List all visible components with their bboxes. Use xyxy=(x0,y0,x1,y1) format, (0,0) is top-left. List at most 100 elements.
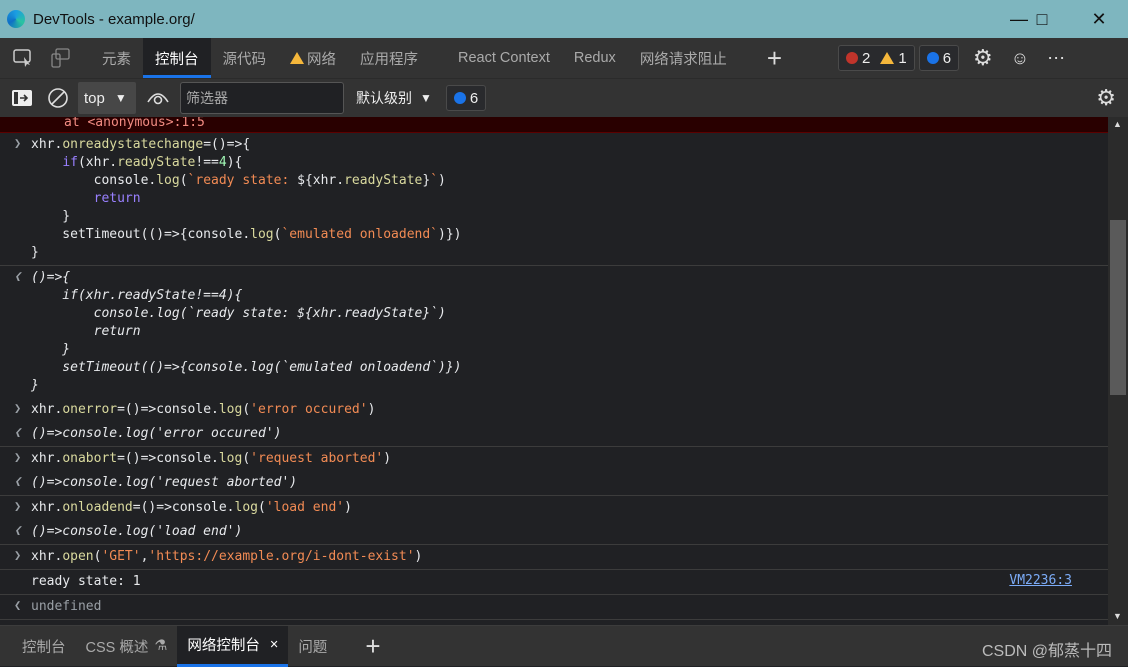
issues-badge[interactable]: 2 1 xyxy=(838,45,915,71)
console-message: ❮ ()=>console.log('load end') xyxy=(0,520,1108,545)
drawer-tab-3[interactable]: 问题 xyxy=(288,626,337,667)
messages-badge[interactable]: 6 xyxy=(918,45,960,71)
filter-placeholder: 筛选器 xyxy=(186,90,228,106)
clear-console-icon[interactable] xyxy=(44,84,72,112)
output-chevron-icon: ❮ xyxy=(14,598,22,612)
inspect-element-icon[interactable] xyxy=(9,44,37,72)
code-token: 4 xyxy=(218,155,227,170)
code-token: if xyxy=(62,155,78,170)
console-output: at <anonymous>:1:5 ❯ xhr.onreadystatechan… xyxy=(0,117,1108,625)
context-value: top xyxy=(84,89,105,107)
code-token: ( xyxy=(179,173,188,188)
code-token: 'load end' xyxy=(265,500,345,515)
tab-5[interactable]: React Context xyxy=(446,38,562,78)
console-message: ❮ undefined xyxy=(0,595,1108,620)
code-token: setTimeout(()=>{console. xyxy=(31,227,251,242)
tab-label: Redux xyxy=(573,50,616,66)
log-level-value: 默认级别 xyxy=(356,90,412,106)
input-chevron-icon: ❯ xyxy=(14,450,22,464)
console-message: ❮ ()=>console.log('error occured') xyxy=(0,422,1108,447)
dropdown-arrow-icon: ▼ xyxy=(420,91,432,105)
add-drawer-tab-icon[interactable]: + xyxy=(365,631,380,662)
device-toolbar-icon[interactable] xyxy=(46,44,74,72)
code-token: log xyxy=(218,402,243,417)
window-title: DevTools - example.org/ xyxy=(33,10,195,28)
code-token: xhr. xyxy=(31,549,63,564)
code-token: 'request aborted' xyxy=(250,451,384,466)
code-line: if(xhr.readyState!==4){ xyxy=(31,287,1108,305)
tab-6[interactable]: Redux xyxy=(562,38,628,78)
code-token: readyState xyxy=(117,155,196,170)
code-token: 'GET' xyxy=(101,549,141,564)
tab-7[interactable]: 网络请求阻止 xyxy=(628,38,739,78)
console-settings-icon[interactable]: ⚙ xyxy=(1096,85,1116,111)
drawer-tab-1[interactable]: CSS 概述 ⚗ xyxy=(76,626,178,667)
code-token: onloadend xyxy=(62,500,133,515)
code-token: xhr. xyxy=(31,451,63,466)
code-token: `ready state: xyxy=(187,173,298,188)
scroll-up-icon[interactable]: ▲ xyxy=(1113,119,1122,129)
close-tab-icon[interactable]: × xyxy=(270,637,278,653)
message-icon xyxy=(926,52,939,64)
drawer-tab-2[interactable]: 网络控制台 × xyxy=(177,625,289,667)
code-token: xhr. xyxy=(31,402,63,417)
settings-icon[interactable]: ⚙ xyxy=(973,45,993,71)
toolbar-messages-badge[interactable]: 6 xyxy=(445,85,487,111)
code-token: ) xyxy=(414,549,423,564)
code-token: onerror xyxy=(62,402,118,417)
code-token: log xyxy=(234,500,258,515)
code-token: onabort xyxy=(62,451,118,466)
code-token: (xhr. xyxy=(77,155,118,170)
code-token: ready state: 1 xyxy=(31,574,141,589)
dropdown-arrow-icon: ▼ xyxy=(114,91,127,105)
console-message: ready state: 1 VM2236:3 xyxy=(0,570,1108,595)
log-level-dropdown[interactable]: 默认级别 ▼ xyxy=(356,88,432,108)
filter-input[interactable]: 筛选器 xyxy=(180,82,344,114)
console-scrollbar[interactable]: ▲ ▼ xyxy=(1108,117,1128,625)
code-token: ) xyxy=(438,173,446,188)
code-token: undefined xyxy=(31,599,102,614)
tab-label: 网络请求阻止 xyxy=(639,51,727,68)
code-line: xhr.onabort=()=>console.log('request abo… xyxy=(31,450,1108,468)
code-line: } xyxy=(31,244,1108,262)
live-expression-eye-icon[interactable] xyxy=(144,84,172,112)
code-token: ${xhr. xyxy=(297,173,345,188)
drawer-tab-label: 问题 xyxy=(298,639,328,656)
code-token: return xyxy=(93,191,141,206)
more-options-icon[interactable]: ⋯ xyxy=(1047,48,1065,69)
code-token: return xyxy=(31,324,141,339)
drawer-tab-bar: 控制台 CSS 概述 ⚗ 网络控制台 × 问题 + CSDN @郁蒸十四 xyxy=(0,625,1128,667)
code-token: =()=>console. xyxy=(117,451,219,466)
tab-label: 元素 xyxy=(102,51,131,68)
output-chevron-icon: ❮ xyxy=(14,474,22,488)
sidebar-toggle-icon[interactable] xyxy=(8,84,36,112)
close-button[interactable]: ✕ xyxy=(1076,0,1122,38)
code-token: =()=>console. xyxy=(132,500,235,515)
tab-2[interactable]: 源代码 xyxy=(211,38,279,78)
tab-label: 网络 xyxy=(307,51,336,68)
tab-1[interactable]: 控制台 xyxy=(143,38,211,78)
message-icon xyxy=(453,92,466,104)
drawer-tab-0[interactable]: 控制台 xyxy=(12,626,76,667)
code-line: undefined xyxy=(31,598,1108,616)
source-link[interactable]: VM2236:3 xyxy=(1009,573,1072,588)
output-chevron-icon: ❮ xyxy=(14,269,22,283)
code-token: )}) xyxy=(438,227,462,242)
code-token: =()=>{ xyxy=(203,137,251,152)
maximize-button[interactable]: □ xyxy=(1019,0,1065,38)
console-message: ❯ xhr.onerror=()=>console.log('error occu… xyxy=(0,398,1108,422)
tab-0[interactable]: 元素 xyxy=(90,38,143,78)
scrollbar-thumb[interactable] xyxy=(1110,220,1126,395)
feedback-icon[interactable]: ☺ xyxy=(1011,48,1029,69)
tab-3[interactable]: 网络 xyxy=(278,38,348,78)
console-message: ❯ xhr.onreadystatechange=()=>{ if(xhr.rea… xyxy=(0,133,1108,266)
tab-4[interactable]: 应用程序 xyxy=(348,38,430,78)
title-bar: DevTools - example.org/ — □ ✕ xyxy=(0,0,1128,38)
code-token: 'https://example.org/i-dont-exist' xyxy=(148,549,415,564)
code-line: xhr.open('GET','https://example.org/i-do… xyxy=(31,548,1108,566)
context-selector[interactable]: top ▼ xyxy=(78,82,136,114)
console-message: ❯ xhr.onloadend=()=>console.log('load end… xyxy=(0,496,1108,520)
add-tab-icon[interactable]: + xyxy=(767,43,782,74)
scroll-down-icon[interactable]: ▼ xyxy=(1113,611,1122,621)
